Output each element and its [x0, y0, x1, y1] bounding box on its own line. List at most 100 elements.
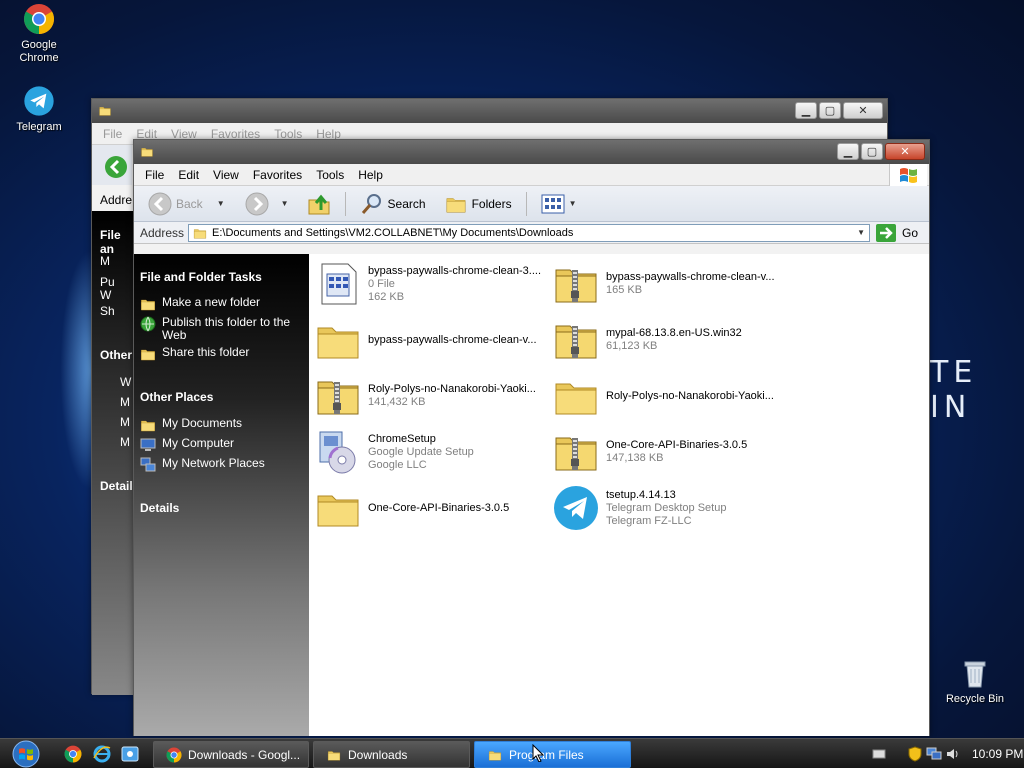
go-button[interactable]: Go: [876, 223, 918, 242]
folders-button[interactable]: Folders: [440, 193, 516, 215]
system-tray: 10:09 PM: [864, 739, 1024, 768]
back-window-titlebar[interactable]: ▁ ▢ ✕: [92, 99, 887, 123]
task-publish-web[interactable]: Publish this folder to the Web: [140, 316, 305, 342]
file-size: 165 KB: [606, 284, 643, 296]
forward-arrow-icon: [245, 192, 269, 215]
desktop-icon-recycle-bin[interactable]: Recycle Bin: [939, 657, 1011, 706]
downloads-explorer-window[interactable]: ▁ ▢ ✕ File Edit View Favorites Tools Hel…: [133, 139, 930, 736]
network-icon[interactable]: [926, 747, 942, 761]
file-item[interactable]: bypass-paywalls-chrome-clean-v...: [314, 315, 549, 365]
network-places-icon: [140, 457, 156, 472]
desktop-icon-chrome[interactable]: Google Chrome: [3, 3, 75, 65]
file-item[interactable]: One-Core-API-Binaries-3.0.5 147,138 KB: [552, 427, 787, 477]
desktop-icon-telegram[interactable]: Telegram: [3, 85, 75, 134]
file-item[interactable]: tsetup.4.14.13 Telegram Desktop Setup Tele…: [552, 483, 787, 533]
back-button-label: Back: [176, 196, 203, 211]
place-my-computer[interactable]: My Computer: [140, 437, 305, 453]
menu-file[interactable]: File: [145, 168, 164, 182]
file-name: Roly-Polys-no-Nanakorobi-Yaoki...: [606, 389, 774, 402]
file-size: 147,138 KB: [606, 452, 664, 464]
views-grid-icon: [541, 194, 565, 213]
tasks-title: File and Folder Tasks: [140, 270, 262, 284]
back-task-item-1[interactable]: M: [100, 254, 110, 268]
back-menu-file[interactable]: File: [103, 127, 122, 141]
close-button[interactable]: ✕: [885, 143, 925, 160]
menu-help[interactable]: Help: [358, 168, 383, 182]
volume-icon[interactable]: [946, 747, 960, 761]
file-item[interactable]: Roly-Polys-no-Nanakorobi-Yaoki...: [552, 371, 787, 421]
new-folder-icon: [140, 296, 156, 312]
windows-flag-icon: [899, 168, 917, 183]
file-item[interactable]: mypal-68.13.8.en-US.win32 61,123 KB: [552, 315, 787, 365]
toolbar-separator: [525, 191, 527, 216]
menu-tools[interactable]: Tools: [316, 168, 344, 182]
chrome-icon[interactable]: [64, 745, 82, 763]
toolbar: Back ▼ ▼ Search Folders ▼: [134, 186, 929, 222]
file-list[interactable]: bypass-paywalls-chrome-clean-3.... 0 File…: [309, 254, 929, 736]
show-desktop-icon[interactable]: [121, 745, 139, 763]
back-window-minimize-button[interactable]: ▁: [795, 102, 817, 119]
back-task-item-3[interactable]: Sh: [100, 304, 115, 318]
taskbar-clock[interactable]: 10:09 PM: [972, 747, 1023, 761]
back-task-item-2b[interactable]: W: [100, 288, 111, 302]
chevron-down-icon[interactable]: ▼: [281, 199, 289, 208]
back-other-item-1[interactable]: W: [120, 375, 131, 389]
up-folder-button[interactable]: [303, 192, 335, 216]
file-item[interactable]: bypass-paywalls-chrome-clean-v... 165 KB: [552, 259, 787, 309]
start-button[interactable]: [6, 740, 46, 768]
task-label: Make a new folder: [162, 295, 261, 309]
desktop-icon-chrome-label-2: Chrome: [19, 52, 59, 64]
task-make-new-folder[interactable]: Make a new folder: [140, 296, 305, 312]
menu-view[interactable]: View: [213, 168, 239, 182]
taskbar-button-chrome-downloads[interactable]: Downloads - Googl...: [153, 741, 309, 768]
menu-favorites[interactable]: Favorites: [253, 168, 302, 182]
share-folder-icon: [140, 346, 156, 362]
file-item[interactable]: One-Core-API-Binaries-3.0.5: [314, 483, 549, 533]
maximize-button[interactable]: ▢: [861, 143, 883, 160]
file-item[interactable]: ChromeSetup Google Update Setup Google LLC: [314, 427, 549, 477]
back-window-maximize-button[interactable]: ▢: [819, 102, 841, 119]
telegram-icon: [552, 484, 600, 532]
back-arrow-icon[interactable]: [104, 155, 128, 179]
file-item[interactable]: bypass-paywalls-chrome-clean-3.... 0 File…: [314, 259, 549, 309]
file-size: 141,432 KB: [368, 396, 426, 408]
place-my-network[interactable]: My Network Places: [140, 457, 305, 473]
minimize-button[interactable]: ▁: [837, 143, 859, 160]
back-task-item-2[interactable]: Pu: [100, 275, 115, 289]
my-documents-icon: [140, 417, 156, 433]
address-input[interactable]: E:\Documents and Settings\VM2.COLLABNET\…: [188, 223, 871, 242]
back-other-item-2[interactable]: M: [120, 395, 130, 409]
file-item[interactable]: Roly-Polys-no-Nanakorobi-Yaoki... 141,432…: [314, 371, 549, 421]
address-path: E:\Documents and Settings\VM2.COLLABNET\…: [212, 226, 574, 239]
forward-button[interactable]: ▼: [241, 192, 293, 216]
menubar: File Edit View Favorites Tools Help: [134, 164, 929, 186]
back-tasks-title: File an: [100, 228, 121, 256]
back-button[interactable]: Back ▼: [144, 192, 229, 216]
search-button[interactable]: Search: [356, 192, 430, 216]
back-window-close-button[interactable]: ✕: [843, 102, 883, 119]
file-info: Telegram Desktop Setup: [606, 501, 727, 514]
back-other-item-4[interactable]: M: [120, 435, 130, 449]
taskbar-button-program-files[interactable]: Program Files: [474, 741, 631, 768]
desktop-icon-chrome-label-1: Google: [21, 39, 57, 51]
menu-edit[interactable]: Edit: [178, 168, 199, 182]
window-titlebar[interactable]: ▁ ▢ ✕: [134, 140, 929, 164]
shield-icon[interactable]: [908, 746, 922, 762]
back-other-item-3[interactable]: M: [120, 415, 130, 429]
internet-explorer-icon[interactable]: [93, 745, 111, 763]
chevron-down-icon[interactable]: ▼: [853, 225, 869, 241]
windows-logo: [889, 164, 927, 186]
folder-icon: [139, 145, 155, 158]
task-share-folder[interactable]: Share this folder: [140, 346, 305, 362]
views-button[interactable]: ▼: [537, 194, 581, 214]
keyboard-icon[interactable]: [872, 747, 886, 761]
back-window-left-pane: File an M Pu W Sh Other W M M M Details: [92, 211, 139, 695]
taskbar-button-label: Downloads: [348, 747, 408, 762]
file-name: bypass-paywalls-chrome-clean-v...: [368, 333, 537, 346]
file-name: ChromeSetup: [368, 432, 436, 445]
place-my-documents[interactable]: My Documents: [140, 417, 305, 433]
chevron-down-icon[interactable]: ▼: [217, 199, 225, 208]
folder-icon: [314, 484, 362, 532]
back-other-title: Other: [100, 348, 133, 362]
taskbar-button-downloads[interactable]: Downloads: [313, 741, 470, 768]
